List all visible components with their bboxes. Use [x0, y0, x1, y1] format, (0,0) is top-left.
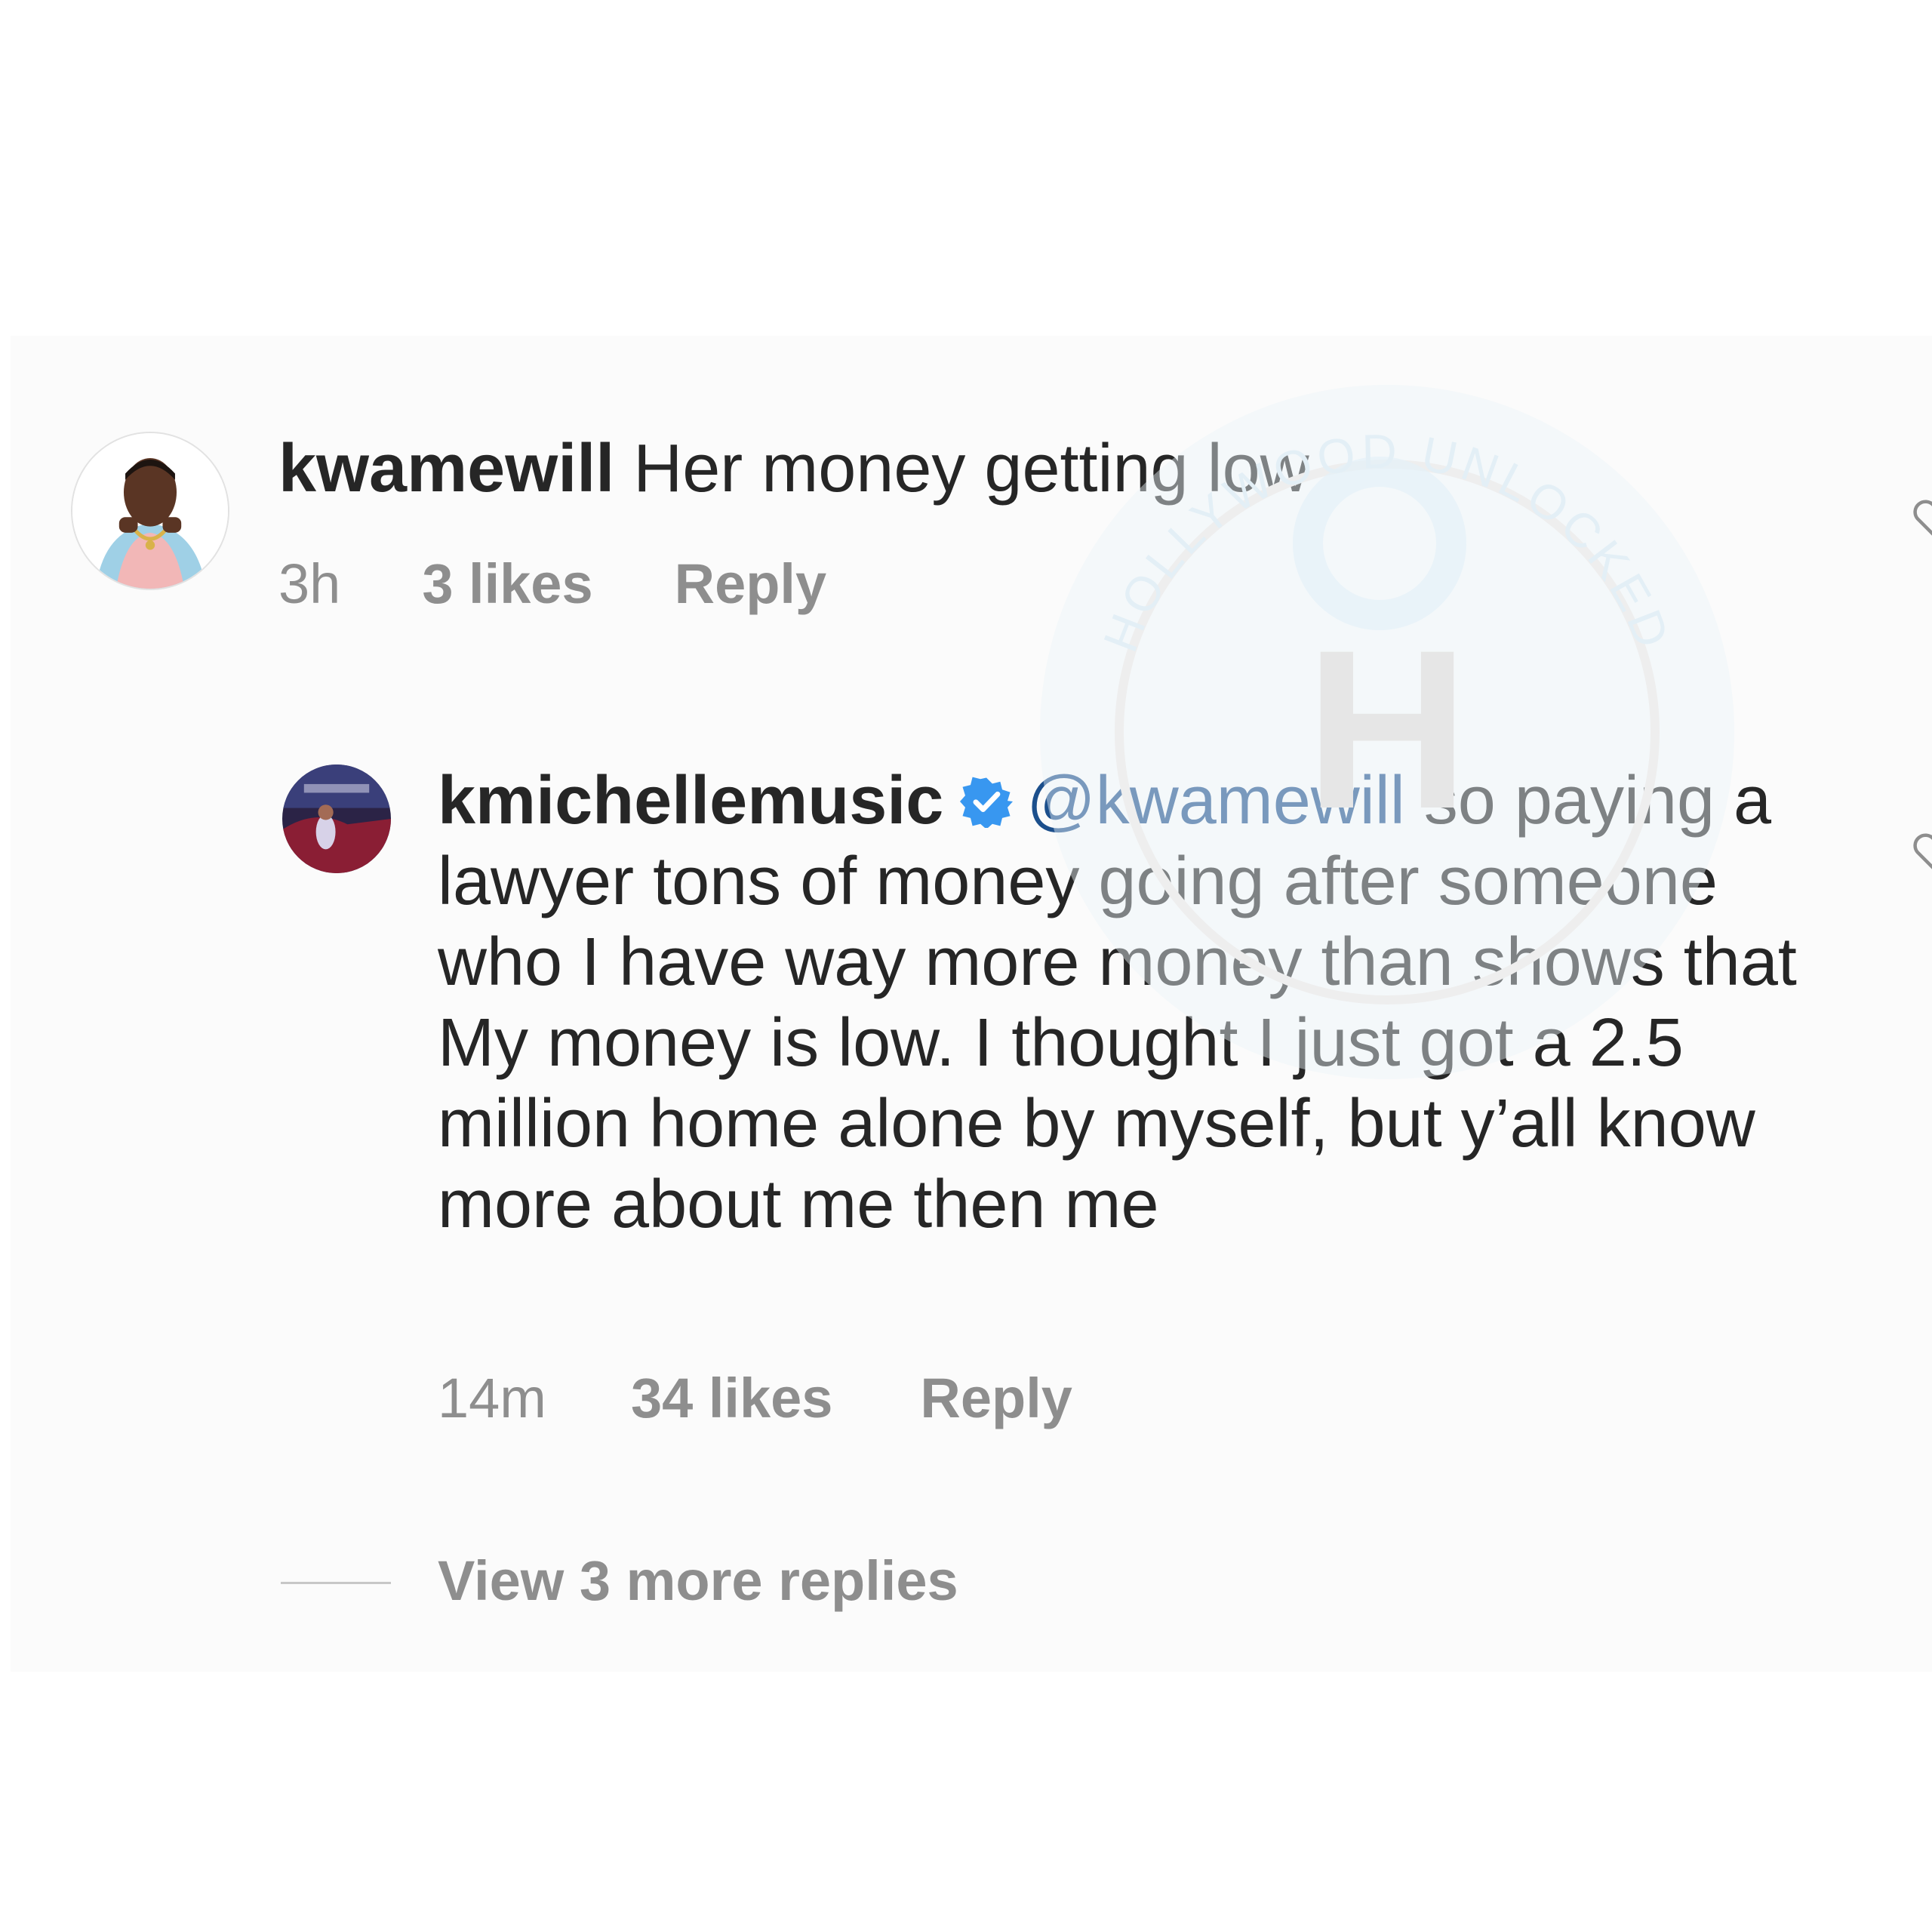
comment-likes[interactable]: 3 likes [422, 550, 592, 618]
reply-likes[interactable]: 34 likes [631, 1364, 832, 1432]
comment-meta: 3h 3 likes Reply [278, 550, 826, 618]
avatar[interactable] [72, 433, 228, 589]
reply-username[interactable]: kmichellemusic [438, 763, 943, 838]
comment-reply-button[interactable]: Reply [675, 550, 827, 618]
reply-text: kmichellemusic @kwamewill so paying a la… [438, 761, 1819, 1245]
comment-username[interactable]: kwamewill [278, 431, 614, 506]
view-replies-divider [281, 1582, 391, 1584]
user-avatar-photo [282, 764, 391, 873]
comment-text: kwamewill Her money getting low [278, 427, 1309, 510]
comment-time: 3h [278, 552, 341, 615]
user-avatar-photo [72, 433, 228, 589]
avatar[interactable] [282, 764, 391, 873]
mention-link[interactable]: @kwamewill [1026, 763, 1404, 838]
reply-time: 14m [438, 1367, 546, 1429]
heart-icon[interactable] [1911, 495, 1932, 540]
heart-icon[interactable] [1911, 829, 1932, 874]
reply-meta: 14m 34 likes Reply [438, 1364, 1072, 1432]
view-more-replies-button[interactable]: View 3 more replies [438, 1547, 958, 1615]
reply-reply-button[interactable]: Reply [920, 1364, 1072, 1432]
verified-badge-icon [960, 777, 1014, 828]
comment-body: Her money getting low [633, 431, 1309, 506]
